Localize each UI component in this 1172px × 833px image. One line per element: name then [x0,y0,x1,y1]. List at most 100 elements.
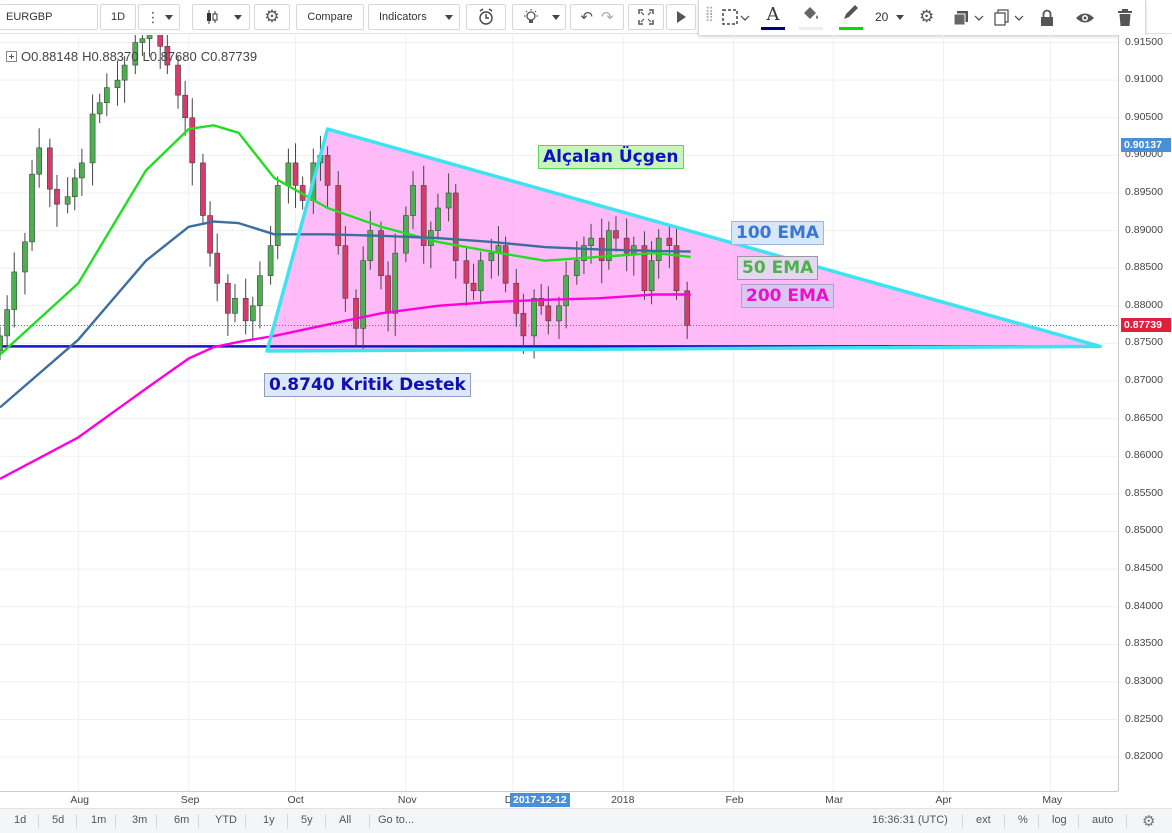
separator [1038,814,1039,829]
candle-up [0,335,3,352]
candle-up [445,192,452,209]
range-button-1m[interactable]: 1m [91,814,106,826]
candle-up [36,147,43,175]
text-color-button[interactable]: A [759,4,787,32]
fill-color-button[interactable] [797,4,825,32]
alert-clock-icon [479,8,493,25]
candle-down [342,245,349,299]
utc-clock[interactable]: 16:36:31 (UTC) [872,814,948,826]
layers-icon [953,11,984,26]
range-button-5y[interactable]: 5y [301,814,313,826]
redo-icon[interactable]: ↷ [601,8,614,26]
candle-down [324,155,331,186]
range-button-6m[interactable]: 6m [174,814,189,826]
price-axis[interactable]: 0.91500 0.91000 0.90500 0.90000 0.89500 0.890… [1118,35,1172,791]
support-annotation[interactable]: 0.8740 Kritik Destek [264,373,471,397]
font-size-selector[interactable]: 20 [875,10,905,24]
option-ext[interactable]: ext [976,814,991,826]
ema50-annotation[interactable]: 50 EMA [737,256,819,280]
candle-up [89,113,96,164]
price-tick-label: 0.82000 [1125,750,1163,763]
candle-down [214,252,221,284]
eye-icon[interactable] [1075,11,1095,25]
line-style-icon[interactable] [721,8,751,28]
chart-settings-button[interactable]: ⚙ [254,4,290,30]
ema100-annotation[interactable]: 100 EMA [731,221,825,245]
lightbulb-icon [524,9,538,23]
candle-up [121,64,128,81]
symbol-search-input[interactable]: EURGBP [0,4,98,30]
price-tick-label: 0.82500 [1125,712,1163,725]
interval-label: 1D [110,11,126,23]
price-tick-label: 0.90500 [1125,110,1163,123]
undo-redo-group: ↶ ↷ [570,4,624,30]
line-color-button[interactable] [837,4,865,32]
price-tick-label: 0.84000 [1125,599,1163,612]
title-annotation[interactable]: Alçalan Üçgen [538,145,684,169]
compare-button[interactable]: Compare [296,4,364,30]
clone-button[interactable] [993,8,1027,28]
drawing-toolbar: ⠿ ⠿ A 20 ⚙ [698,0,1146,36]
candle-up [556,305,562,322]
candle-down [470,282,477,292]
chart-pane[interactable]: Alçalan Üçgen 100 EMA 50 EMA 200 EMA 0.8… [0,35,1118,791]
candle-down [47,147,53,190]
templates-button[interactable] [512,4,566,30]
candlestick-icon [207,10,218,24]
price-tick-label: 0.86500 [1125,411,1163,424]
separator [38,814,39,829]
price-tick-label: 0.88000 [1125,298,1163,311]
gear-icon[interactable]: ⚙ [919,7,934,27]
ema200-annotation[interactable]: 200 EMA [741,284,835,308]
undo-icon[interactable]: ↶ [580,8,593,26]
legend-open: O0.88148 [21,49,79,64]
legend-low: L0.87680 [142,49,197,64]
chart-type-button[interactable] [192,4,250,30]
play-button[interactable] [666,4,696,30]
candle-down [385,275,391,314]
more-vertical-icon: ⋮ [146,8,160,25]
chevron-down-icon [896,15,904,20]
price-tick-label: 0.89500 [1125,185,1163,198]
option-percent[interactable]: % [1018,814,1028,826]
goto-button[interactable]: Go to... [378,814,414,826]
range-button-1y[interactable]: 1y [263,814,275,826]
candle-down [378,230,384,277]
time-tick-label: Apr [935,794,952,806]
fullscreen-button[interactable] [628,4,664,30]
candle-up [573,260,580,277]
trash-icon[interactable] [1117,9,1133,27]
option-auto[interactable]: auto [1092,814,1113,826]
range-button-ytd[interactable]: YTD [215,814,237,826]
candle-up [249,305,256,322]
candle-up [29,173,35,243]
separator [962,814,963,829]
chevron-down-icon [445,15,453,20]
range-button-5d[interactable]: 5d [52,814,64,826]
time-tick-label: May [1042,794,1063,806]
time-tick-label: Feb [725,794,744,806]
range-button-all[interactable]: All [339,814,351,826]
alert-button[interactable] [466,4,506,30]
time-tick-label: Aug [70,794,90,806]
lock-icon[interactable] [1039,9,1055,27]
time-axis[interactable]: AugSepOctNovDe2018FebMarAprMay 2017-12-1… [0,791,1118,808]
candle-up [410,185,416,216]
expand-plus-icon[interactable] [6,51,17,62]
indicators-button[interactable]: Indicators [368,4,460,30]
candle-down [292,162,299,186]
gear-icon[interactable]: ⚙ [1142,812,1155,830]
pencil-icon [844,5,858,19]
candle-up [392,252,399,314]
indicators-label: Indicators [379,11,427,23]
candle-down [513,282,520,314]
interval-dropdown[interactable]: ⋮ [138,4,180,30]
range-button-1d[interactable]: 1d [14,814,26,826]
range-button-3m[interactable]: 3m [132,814,147,826]
visual-order-button[interactable] [953,8,987,28]
drag-handle-icon[interactable]: ⠿ ⠿ [705,6,714,24]
price-tick-label: 0.85000 [1125,524,1163,537]
option-log[interactable]: log [1052,814,1067,826]
candle-up [114,79,121,88]
interval-selector[interactable]: 1D [100,4,136,30]
